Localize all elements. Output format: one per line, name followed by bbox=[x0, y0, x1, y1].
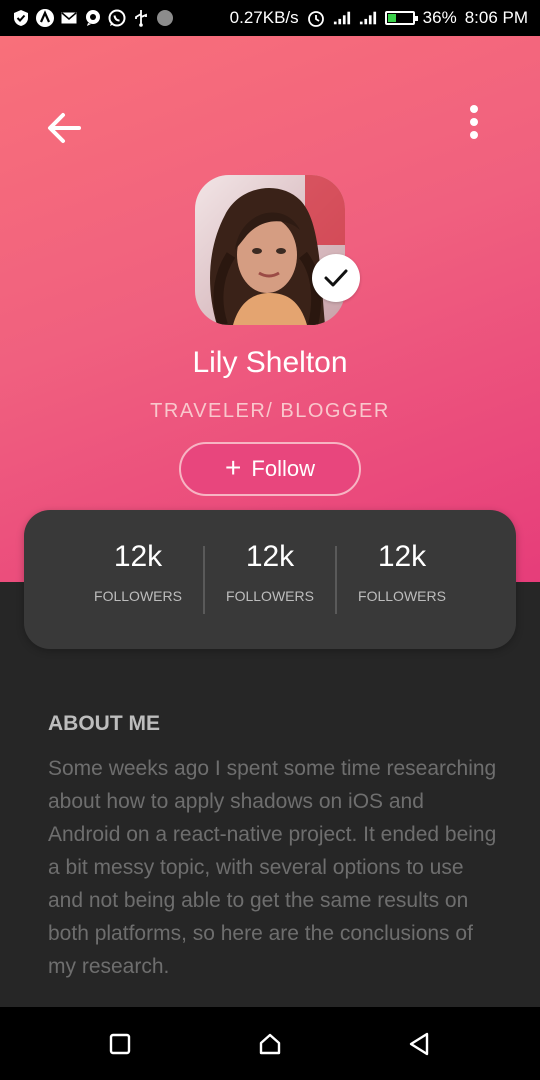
signal-icon bbox=[359, 9, 377, 27]
back-arrow-icon bbox=[48, 113, 81, 143]
stat-label: FOLLOWERS bbox=[358, 588, 446, 604]
back-nav-button[interactable] bbox=[402, 1027, 436, 1061]
home-button[interactable] bbox=[253, 1027, 287, 1061]
signal-icon bbox=[333, 9, 351, 27]
stat-item[interactable]: 12k FOLLOWERS bbox=[200, 540, 340, 604]
more-options-button[interactable] bbox=[456, 100, 492, 144]
recent-apps-button[interactable] bbox=[103, 1027, 137, 1061]
avatar-container bbox=[195, 175, 347, 327]
stat-label: FOLLOWERS bbox=[226, 588, 314, 604]
profile-name: Lily Shelton bbox=[192, 346, 348, 379]
follow-button[interactable]: + Follow bbox=[179, 442, 361, 496]
battery-icon bbox=[384, 11, 418, 25]
stat-value: 12k bbox=[377, 540, 427, 573]
whatsapp-icon bbox=[108, 9, 126, 27]
status-bar: 0.27KB/s 36% 8:06 PM bbox=[0, 0, 540, 36]
navigation-bar bbox=[0, 1007, 540, 1080]
usb-icon bbox=[132, 9, 150, 27]
more-vertical-icon bbox=[470, 105, 478, 139]
back-button[interactable] bbox=[44, 108, 84, 148]
notification-icons bbox=[12, 6, 174, 30]
mail-icon bbox=[60, 9, 78, 27]
app-a-icon bbox=[36, 9, 54, 27]
verified-badge bbox=[312, 254, 360, 302]
plus-icon: + bbox=[225, 451, 242, 483]
shield-icon bbox=[12, 9, 30, 27]
stat-item[interactable]: 12k FOLLOWERS bbox=[332, 540, 472, 604]
stat-item[interactable]: 12k FOLLOWERS bbox=[68, 540, 208, 604]
alarm-icon bbox=[307, 9, 325, 27]
home-icon bbox=[259, 1033, 281, 1055]
circle-icon bbox=[156, 9, 174, 27]
chat-icon bbox=[84, 9, 102, 27]
avatar-photo bbox=[195, 175, 345, 325]
network-speed: 0.27KB/s bbox=[229, 8, 299, 27]
battery-fill bbox=[387, 14, 397, 22]
clock: 8:06 PM bbox=[464, 8, 528, 27]
stat-label: FOLLOWERS bbox=[94, 588, 182, 604]
about-text: Some weeks ago I spent some time researc… bbox=[48, 757, 497, 978]
stat-value: 12k bbox=[113, 540, 163, 573]
avatar[interactable] bbox=[195, 175, 345, 325]
stat-value: 12k bbox=[245, 540, 295, 573]
checkmark-icon bbox=[324, 269, 348, 287]
battery-percent: 36% bbox=[422, 8, 457, 27]
about-title: ABOUT ME bbox=[48, 712, 160, 735]
follow-button-label: Follow bbox=[251, 456, 315, 481]
status-indicators: 0.27KB/s 36% 8:06 PM bbox=[230, 6, 528, 30]
square-icon bbox=[109, 1033, 131, 1055]
triangle-back-icon bbox=[409, 1032, 429, 1056]
stats-card: 12k FOLLOWERS 12k FOLLOWERS 12k FOLLOWER… bbox=[24, 510, 516, 649]
profile-role: TRAVELER/ BLOGGER bbox=[150, 400, 390, 422]
